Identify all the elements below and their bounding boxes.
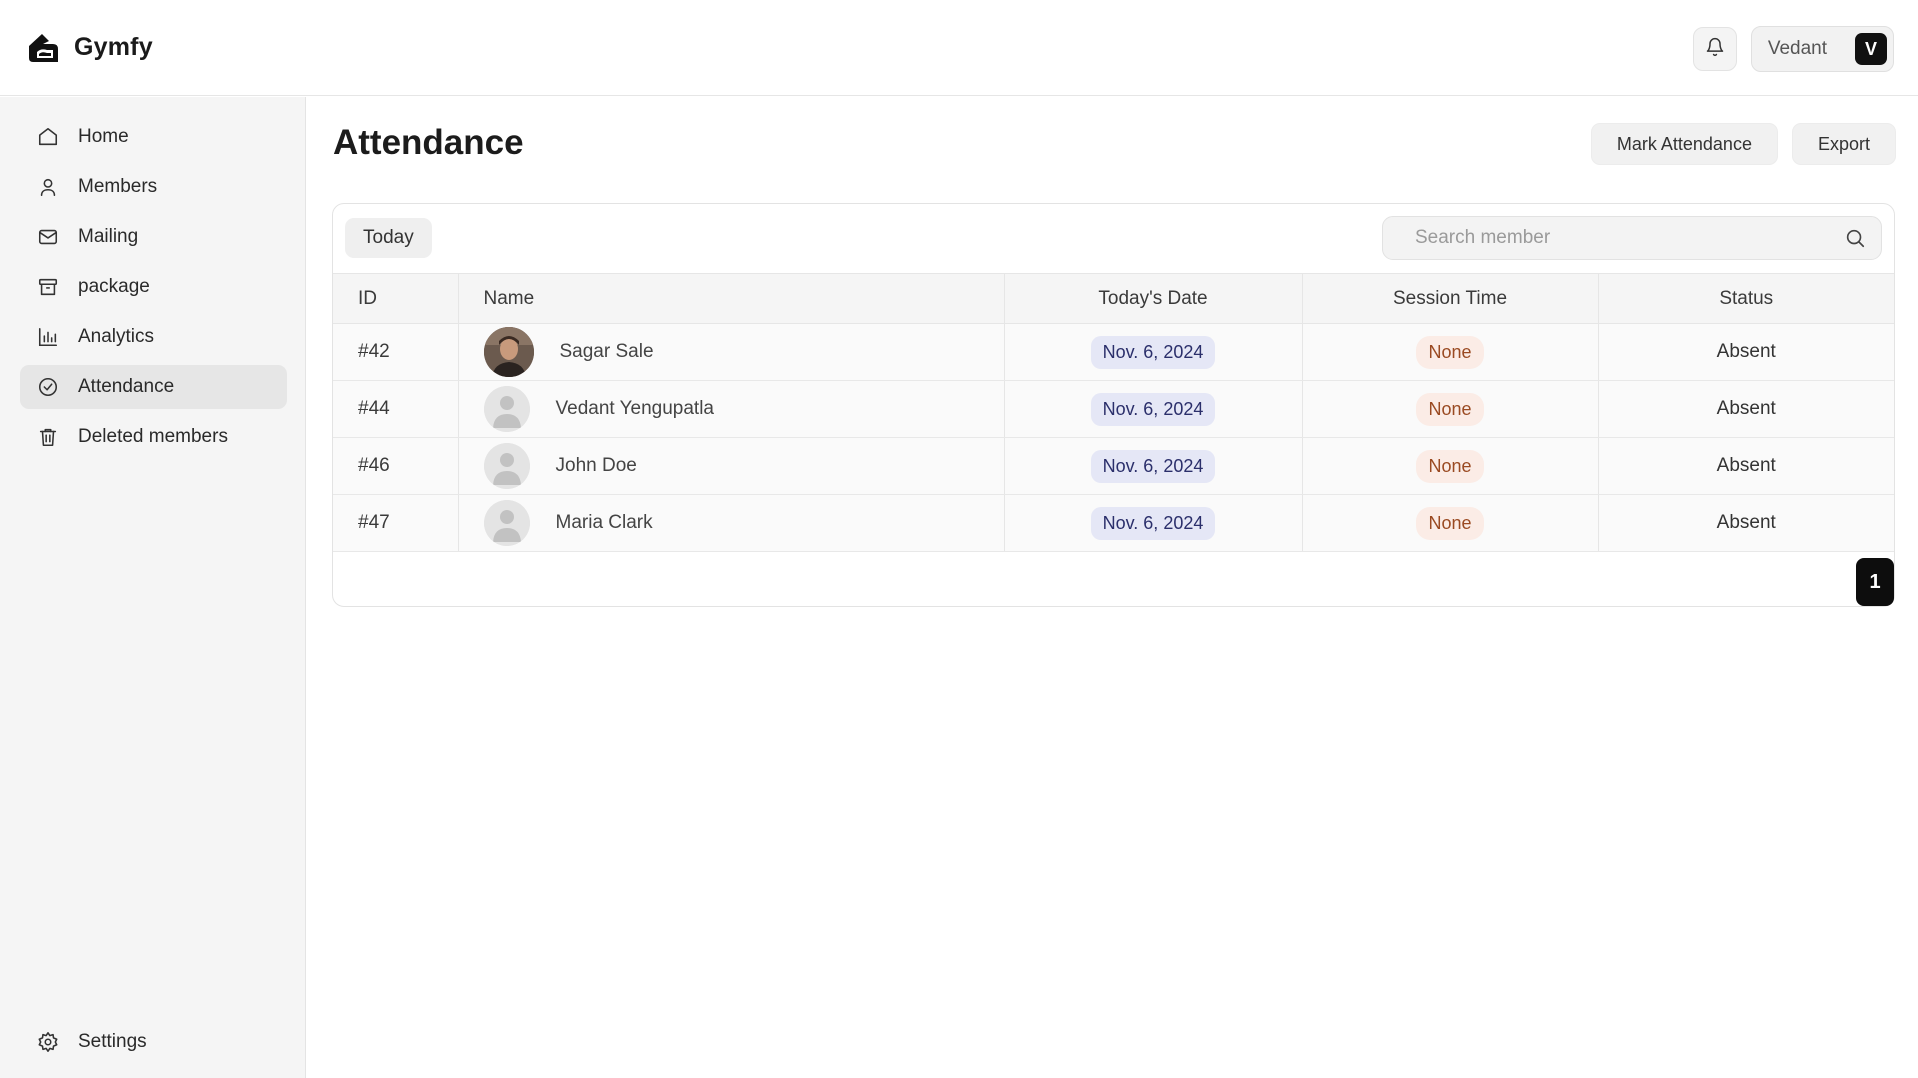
session-cell: None <box>1301 437 1598 495</box>
mark-attendance-button[interactable]: Mark Attendance <box>1590 123 1778 165</box>
table-row[interactable]: #42 Sagar Sale Nov. 6, 2024 None Absent <box>333 323 1894 381</box>
column-header-session-time[interactable]: Session Time <box>1301 273 1598 324</box>
session-badge: None <box>1416 392 1484 426</box>
status-text: Absent <box>1716 341 1776 362</box>
attendance-table: ID Name Today's Date Session Time Status… <box>333 273 1894 552</box>
date-cell: Nov. 6, 2024 <box>1003 380 1302 438</box>
status-cell: Absent <box>1597 437 1894 495</box>
check-circle-icon <box>36 375 60 399</box>
date-cell: Nov. 6, 2024 <box>1003 323 1302 381</box>
archive-icon <box>36 275 60 299</box>
search-box <box>1382 216 1882 260</box>
default-avatar-icon <box>483 500 530 546</box>
session-badge: None <box>1416 335 1484 369</box>
sidebar-item-package[interactable]: package <box>20 265 287 309</box>
column-header-name[interactable]: Name <box>457 273 1004 324</box>
table-row[interactable]: #44 Vedant Yengupatla Nov. 6, 2024 None … <box>333 380 1894 438</box>
name-cell: Maria Clark <box>457 494 1004 552</box>
table-header-row: ID Name Today's Date Session Time Status <box>333 273 1894 324</box>
topbar-actions: Vedant V <box>1692 26 1894 72</box>
table-row[interactable]: #46 John Doe Nov. 6, 2024 None Absent <box>333 437 1894 495</box>
status-text: Absent <box>1716 398 1776 419</box>
sidebar-item-label: Deleted members <box>78 426 228 447</box>
sidebar-item-label: Attendance <box>78 376 175 397</box>
column-header-status[interactable]: Status <box>1597 273 1894 324</box>
sidebar-item-home[interactable]: Home <box>20 115 287 159</box>
sidebar-item-label: Members <box>78 176 158 197</box>
sidebar-item-label: Home <box>78 126 129 147</box>
session-cell: None <box>1301 323 1598 381</box>
default-avatar-icon <box>483 443 530 489</box>
member-photo-avatar <box>483 327 534 377</box>
sidebar-item-label: package <box>78 276 150 297</box>
trash-icon <box>36 425 60 449</box>
page-actions: Mark Attendance Export <box>1590 123 1896 165</box>
member-name: Sagar Sale <box>559 341 654 362</box>
sidebar-item-label: Mailing <box>78 226 139 247</box>
sidebar-item-label: Analytics <box>78 326 155 347</box>
date-pill: Nov. 6, 2024 <box>1090 335 1216 369</box>
sidebar-item-deleted-members[interactable]: Deleted members <box>20 415 287 459</box>
member-name: Vedant Yengupatla <box>555 398 715 419</box>
sidebar-item-settings[interactable]: Settings <box>20 1020 287 1064</box>
session-cell: None <box>1301 380 1598 438</box>
date-pill: Nov. 6, 2024 <box>1090 449 1216 483</box>
top-bar: Gymfy Vedant V <box>0 0 1918 96</box>
name-cell: Vedant Yengupatla <box>457 380 1004 438</box>
date-cell: Nov. 6, 2024 <box>1003 437 1302 495</box>
main-content: Attendance Mark Attendance Export Today … <box>307 97 1918 1078</box>
date-filter-button[interactable]: Today <box>345 218 432 258</box>
sidebar-item-attendance[interactable]: Attendance <box>20 365 287 409</box>
user-avatar: V <box>1855 33 1887 65</box>
gymfy-logo-icon <box>24 29 62 67</box>
app-name: Gymfy <box>74 33 153 61</box>
member-id: #42 <box>333 323 458 381</box>
page-title: Attendance <box>333 123 524 162</box>
sidebar-item-label: Settings <box>78 1031 147 1052</box>
user-name: Vedant <box>1767 38 1827 59</box>
export-button[interactable]: Export <box>1791 123 1896 165</box>
table-row[interactable]: #47 Maria Clark Nov. 6, 2024 None Absent <box>333 494 1894 552</box>
status-text: Absent <box>1716 455 1776 476</box>
search-input[interactable] <box>1383 227 1843 249</box>
default-avatar-icon <box>483 386 530 432</box>
member-id: #44 <box>333 380 458 438</box>
member-name: John Doe <box>555 455 637 476</box>
attendance-card: Today ID Name Today's Date Session Time … <box>332 203 1895 607</box>
status-cell: Absent <box>1597 380 1894 438</box>
bar-chart-icon <box>36 325 60 349</box>
user-menu-button[interactable]: Vedant V <box>1750 26 1894 72</box>
sidebar: Home Members Mailing package Analytics A… <box>0 97 306 1078</box>
session-badge: None <box>1416 506 1484 540</box>
name-cell: Sagar Sale <box>457 323 1004 381</box>
status-cell: Absent <box>1597 323 1894 381</box>
name-cell: John Doe <box>457 437 1004 495</box>
member-id: #46 <box>333 437 458 495</box>
status-text: Absent <box>1716 512 1776 533</box>
home-icon <box>36 125 60 149</box>
user-icon <box>36 175 60 199</box>
mail-icon <box>36 225 60 249</box>
column-header-id[interactable]: ID <box>333 273 458 324</box>
bell-icon <box>1705 37 1725 62</box>
brand[interactable]: Gymfy <box>24 29 153 67</box>
session-badge: None <box>1416 449 1484 483</box>
search-icon[interactable] <box>1843 226 1867 250</box>
session-cell: None <box>1301 494 1598 552</box>
pagination-page-button[interactable]: 1 <box>1856 558 1894 606</box>
sidebar-nav: Home Members Mailing package Analytics A… <box>20 115 287 465</box>
date-pill: Nov. 6, 2024 <box>1090 506 1216 540</box>
sidebar-item-members[interactable]: Members <box>20 165 287 209</box>
status-cell: Absent <box>1597 494 1894 552</box>
member-id: #47 <box>333 494 458 552</box>
date-cell: Nov. 6, 2024 <box>1003 494 1302 552</box>
gear-icon <box>36 1030 60 1054</box>
column-header-date[interactable]: Today's Date <box>1003 273 1302 324</box>
member-name: Maria Clark <box>555 512 653 533</box>
sidebar-item-analytics[interactable]: Analytics <box>20 315 287 359</box>
notifications-button[interactable] <box>1692 27 1737 71</box>
sidebar-item-mailing[interactable]: Mailing <box>20 215 287 259</box>
date-pill: Nov. 6, 2024 <box>1090 392 1216 426</box>
